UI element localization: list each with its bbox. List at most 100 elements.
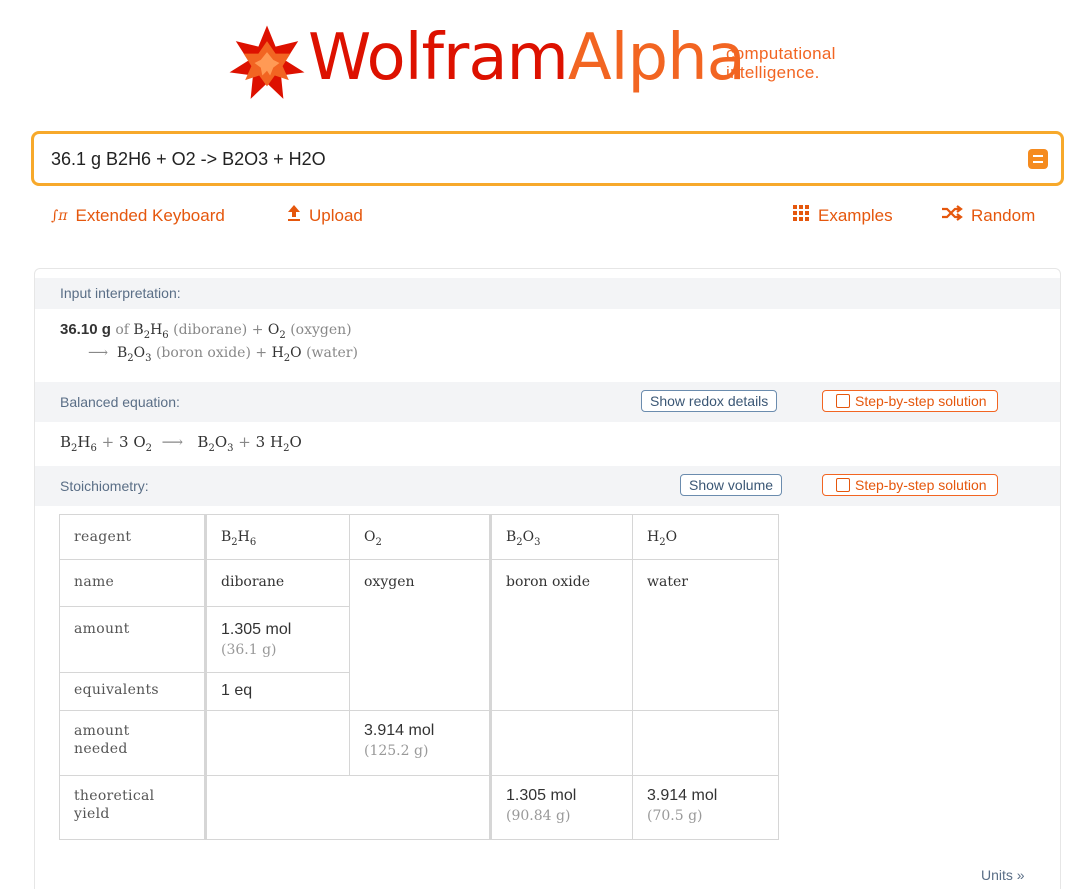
formula-o2: O2 — [267, 322, 286, 341]
cell-needed-o2: 3.914 mol (125.2 g) — [349, 710, 492, 776]
checkbox-icon — [836, 394, 850, 408]
amount-needed-line-1: amount — [74, 723, 130, 739]
yield-h2o-mol: 3.914 mol — [647, 787, 718, 804]
input-interpretation-line-2: ⟶ B2O3 (boron oxide) + H2O (water) — [88, 345, 358, 364]
wolfram-alpha-logo[interactable]: WolframAlpha computational intelligence. — [0, 14, 1080, 104]
eq-coef-h2o: 3 — [255, 433, 266, 451]
eq-b2h6: B2H6 — [60, 433, 97, 454]
input-mass: 36.10 g — [60, 321, 111, 338]
eq-coef-o2: 3 — [119, 433, 129, 451]
results-panel: Input interpretation: 36.10 g of B2H6 (d… — [34, 268, 1061, 889]
step-by-step-button-balanced[interactable]: Step-by-step solution — [822, 390, 998, 412]
cell-needed-b2h6 — [205, 710, 350, 776]
step-by-step-label: Step-by-step solution — [855, 477, 987, 493]
show-volume-button[interactable]: Show volume — [680, 474, 783, 496]
extended-keyboard-button[interactable]: ∫π Extended Keyboard — [51, 204, 225, 228]
cell-name-b2o3: boron oxide — [490, 559, 633, 711]
cell-name-b2h6: diborane — [205, 559, 350, 607]
wolfram-spikey-icon — [229, 25, 305, 99]
cell-yield-b2o3: 1.305 mol (90.84 g) — [490, 775, 633, 840]
input-interpretation-line-1: 36.10 g of B2H6 (diborane) + O2 (oxygen) — [60, 321, 352, 341]
amount-mol: 1.305 mol — [221, 621, 292, 638]
examples-button[interactable]: Examples — [792, 204, 893, 228]
upload-button[interactable]: Upload — [287, 204, 363, 228]
cell-needed-h2o — [632, 710, 779, 776]
cell-yield-reactants — [205, 775, 492, 840]
row-label-amount-needed: amount needed — [59, 710, 207, 776]
math-keyboard-icon: ∫π — [51, 208, 68, 224]
pod-title-input: Input interpretation: — [35, 278, 1060, 309]
cell-yield-h2o: 3.914 mol (70.5 g) — [632, 775, 779, 840]
balanced-equation: B2H6 + 3 O2 ⟶ B2O3 + 3 H2O — [60, 433, 302, 454]
row-label-amount: amount — [59, 606, 207, 673]
stoichiometry-table: reagent B2H6 O2 B2O3 H2O name diborane o… — [59, 514, 779, 840]
eq-arrow: ⟶ — [161, 433, 184, 451]
formula-b2o3: B2O3 — [116, 345, 152, 364]
logo-tagline: computational intelligence. — [726, 44, 836, 82]
cell-reagent-h2o: H2O — [632, 514, 779, 560]
yield-b2o3-mol: 1.305 mol — [506, 787, 577, 804]
cell-equivalents-b2h6: 1 eq — [205, 672, 350, 711]
eq-b2o3: B2O3 — [197, 433, 234, 454]
logo-wolfram: Wolfram — [308, 21, 569, 95]
cell-needed-b2o3 — [490, 710, 633, 776]
cell-reagent-o2: O2 — [349, 514, 492, 560]
input-arrow: ⟶ — [88, 345, 109, 361]
amount-mass: (36.1 g) — [221, 642, 277, 658]
units-link[interactable]: Units » — [981, 867, 1025, 883]
input-p2-name: (water) — [306, 345, 358, 361]
input-plus-2: + — [255, 345, 268, 361]
input-plus-1: + — [251, 322, 264, 338]
row-label-theoretical-yield: theoretical yield — [59, 775, 207, 840]
eq-plus-2: + — [238, 433, 251, 451]
yield-b2o3-mass: (90.84 g) — [506, 808, 571, 824]
yield-h2o-mass: (70.5 g) — [647, 808, 703, 824]
input-of: of — [115, 322, 129, 338]
row-label-reagent: reagent — [59, 514, 207, 560]
random-button[interactable]: Random — [941, 204, 1035, 228]
show-redox-details-button[interactable]: Show redox details — [641, 390, 778, 412]
needed-mol: 3.914 mol — [364, 722, 435, 739]
amount-needed-line-2: needed — [74, 741, 128, 757]
table-row: theoretical yield 1.305 mol (90.84 g) 3.… — [59, 775, 779, 840]
search-box — [31, 131, 1064, 186]
cell-name-o2: oxygen — [349, 559, 492, 711]
cell-name-h2o: water — [632, 559, 779, 711]
step-by-step-button-stoichiometry[interactable]: Step-by-step solution — [822, 474, 998, 496]
table-row: amount needed 3.914 mol (125.2 g) — [59, 710, 779, 776]
row-label-name: name — [59, 559, 207, 607]
table-row: name diborane oxygen boron oxide water — [59, 559, 779, 711]
tagline-line-2: intelligence. — [726, 63, 820, 82]
table-row: reagent B2H6 O2 B2O3 H2O — [59, 514, 779, 560]
grid-dots-icon — [792, 204, 810, 229]
row-label-equivalents: equivalents — [59, 672, 207, 711]
formula-h2o: H2O — [271, 345, 302, 364]
eq-o2: O2 — [133, 433, 153, 454]
upload-icon — [287, 204, 301, 229]
cell-amount-b2h6: 1.305 mol (36.1 g) — [205, 606, 350, 673]
extended-keyboard-label: Extended Keyboard — [75, 206, 225, 225]
random-label: Random — [971, 206, 1036, 225]
tagline-line-1: computational — [726, 44, 836, 63]
search-input[interactable] — [51, 144, 951, 174]
cell-reagent-b2o3: B2O3 — [490, 514, 633, 560]
yield-line-2: yield — [74, 806, 110, 822]
logo-alpha: Alpha — [567, 21, 746, 95]
logo-wordmark: WolframAlpha — [308, 18, 746, 98]
yield-line-1: theoretical — [74, 788, 155, 804]
cell-reagent-b2h6: B2H6 — [205, 514, 350, 560]
checkbox-icon — [836, 478, 850, 492]
eq-plus-1: + — [101, 433, 115, 451]
needed-mass: (125.2 g) — [364, 743, 429, 759]
input-p1-name: (boron oxide) — [155, 345, 251, 361]
equals-icon[interactable] — [1028, 149, 1048, 169]
formula-b2h6: B2H6 — [133, 322, 169, 341]
shuffle-icon — [941, 204, 963, 228]
input-r2-name: (oxygen) — [290, 322, 352, 338]
step-by-step-label: Step-by-step solution — [855, 393, 987, 409]
input-r1-name: (diborane) — [173, 322, 248, 338]
upload-label: Upload — [309, 206, 363, 225]
eq-h2o: H2O — [269, 433, 302, 454]
examples-label: Examples — [818, 206, 893, 225]
equivalents-value: 1 eq — [221, 682, 253, 699]
